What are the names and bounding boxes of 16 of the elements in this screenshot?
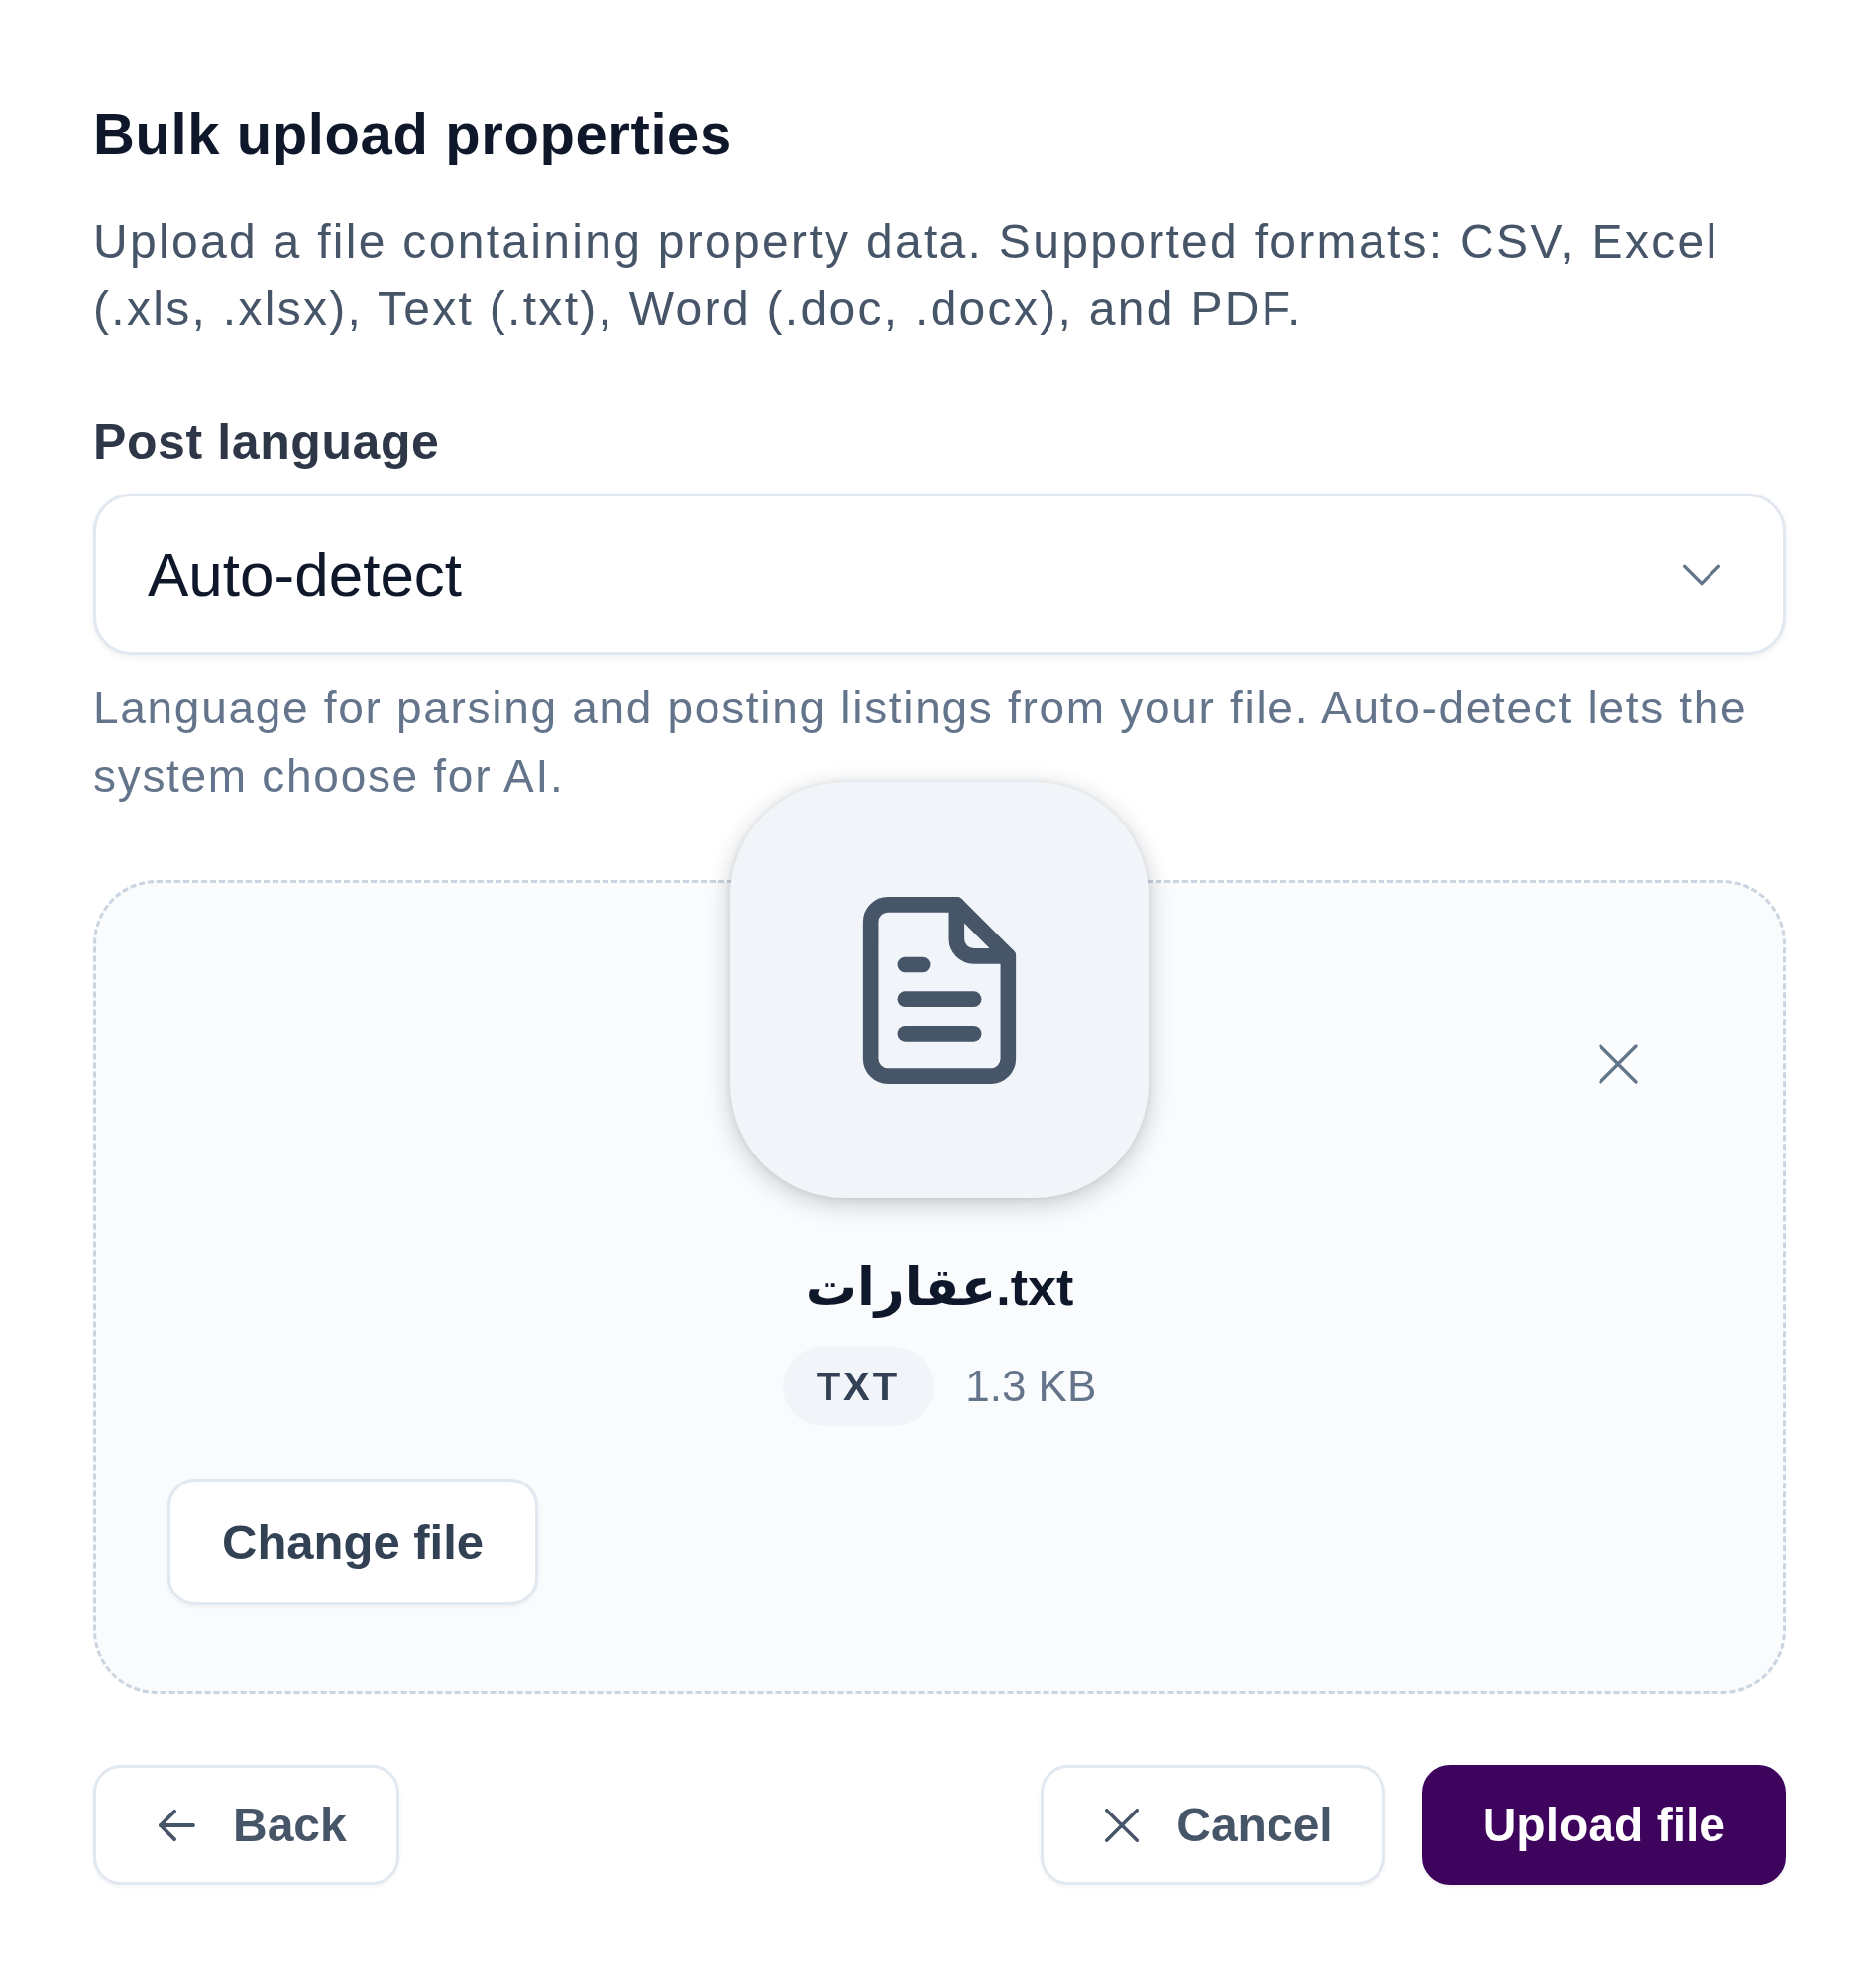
file-type-badge: TXT — [782, 1347, 935, 1426]
change-file-button[interactable]: Change file — [167, 1479, 539, 1605]
back-button[interactable]: Back — [93, 1765, 399, 1885]
field-label: Post language — [93, 413, 441, 472]
close-icon — [1105, 1808, 1140, 1842]
cancel-button[interactable]: Cancel — [1041, 1765, 1385, 1885]
dialog-title: Bulk upload properties — [93, 100, 733, 167]
file-name: عقارات.txt — [805, 1258, 1074, 1317]
language-select[interactable]: Auto-detect — [93, 494, 1786, 655]
close-icon[interactable] — [1599, 1044, 1638, 1084]
chevron-down-icon — [1683, 563, 1720, 586]
help-text: Language for parsing and posting listings from your file. Auto-detect lets the system choose for AI. — [93, 681, 1749, 804]
dialog-description: Upload a file containing property data. Supported formats: CSV, Excel (.xls, .xlsx), Text (.txt), Word (.doc, .docx), and PDF. — [93, 214, 1720, 337]
file-size: 1.3 KB — [965, 1362, 1097, 1411]
upload-button[interactable]: Upload file — [1421, 1765, 1786, 1885]
document-icon — [730, 782, 1149, 1198]
